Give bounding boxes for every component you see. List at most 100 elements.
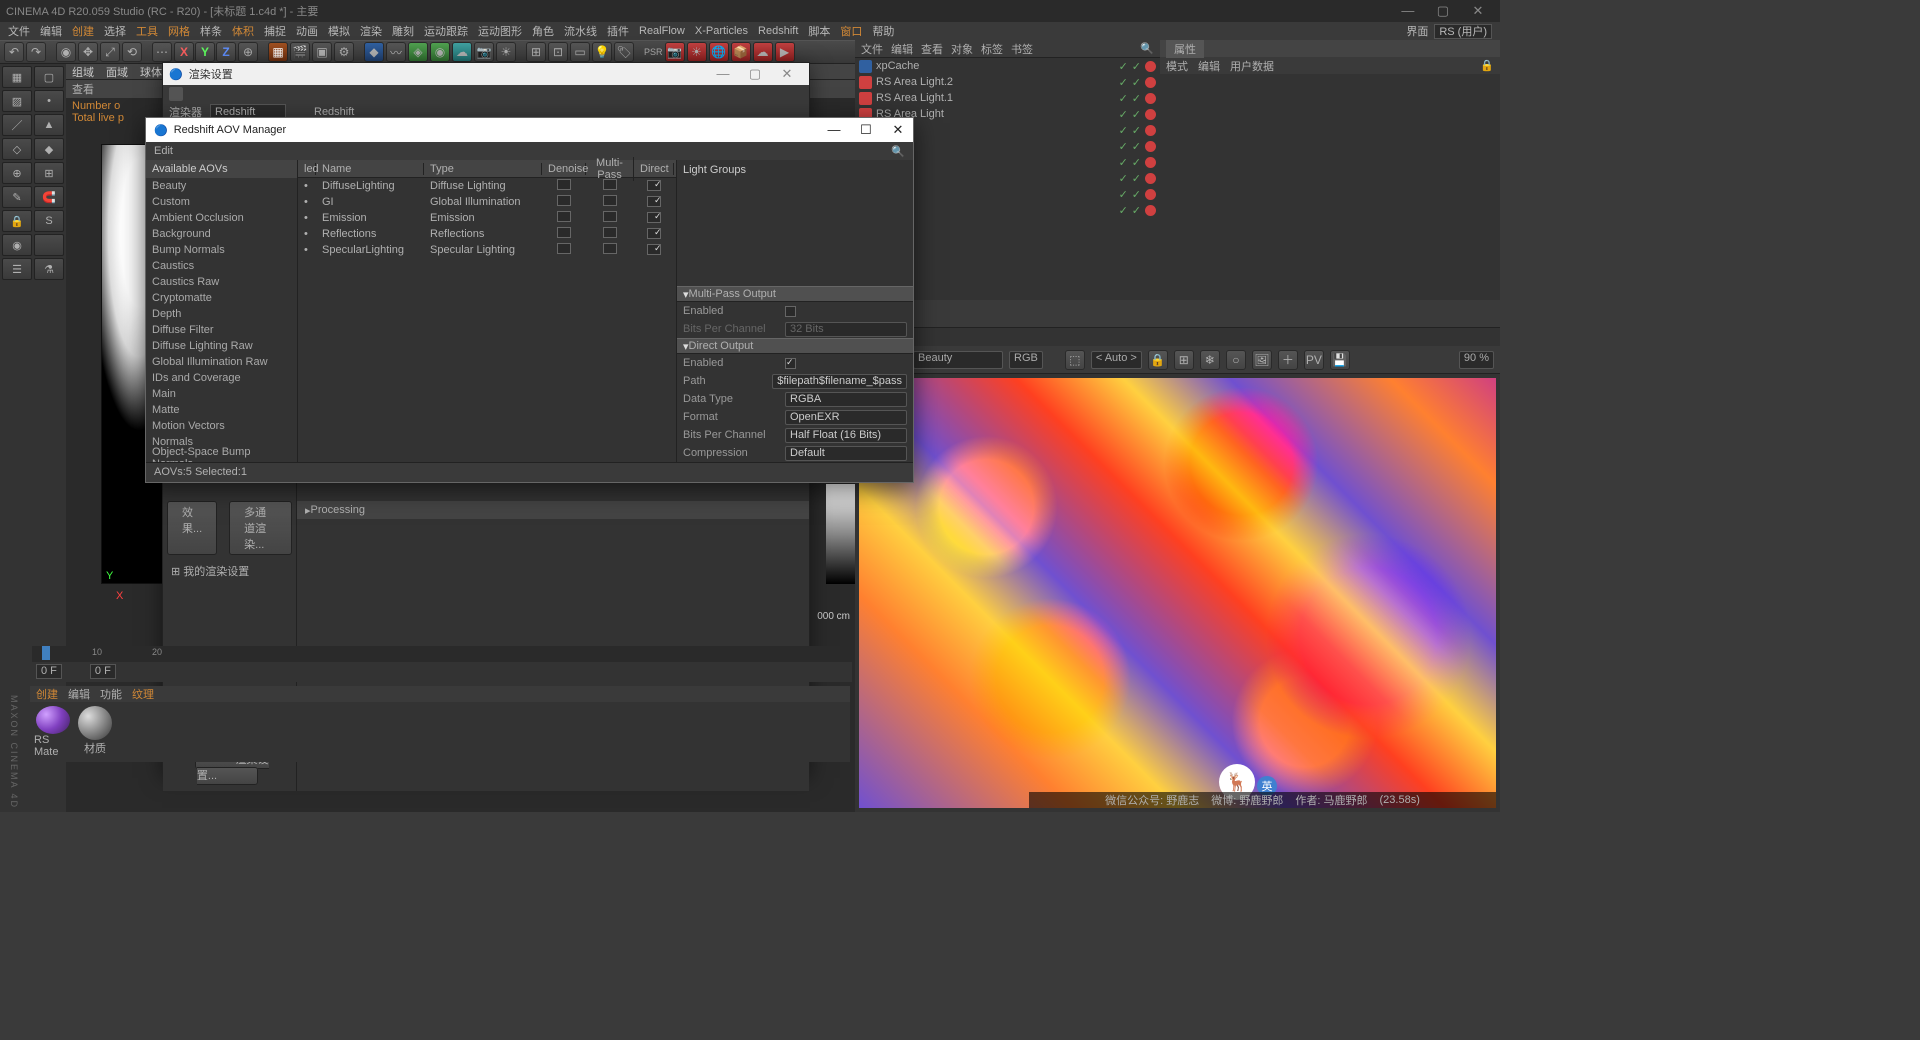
datatype-select[interactable]: RGBA (785, 392, 907, 407)
render-vis-icon[interactable]: ✓ (1132, 92, 1141, 105)
img-icon[interactable]: 🖼 (1252, 350, 1272, 370)
tag-icon[interactable] (1145, 93, 1156, 104)
menu-create[interactable]: 创建 (72, 23, 94, 39)
visibility-icon[interactable]: ✓ (1119, 92, 1128, 105)
direct-check[interactable] (647, 196, 661, 207)
lock-icon[interactable]: 🔒 (2, 210, 32, 232)
object-row[interactable]: xpCache✓✓ (855, 58, 1160, 74)
denoise-check[interactable] (557, 179, 571, 190)
menu-redshift[interactable]: Redshift (758, 25, 798, 37)
rs-proxy-icon[interactable]: 📦 (731, 42, 751, 62)
tag-icon[interactable] (1145, 61, 1156, 72)
environment-icon[interactable]: ☁ (452, 42, 472, 62)
orange-tool-icon[interactable]: ◉ (2, 234, 32, 256)
menu-mesh[interactable]: 网格 (168, 23, 190, 39)
primitive-icon[interactable]: ◆ (364, 42, 384, 62)
blank-icon[interactable] (34, 234, 64, 256)
pv-icon[interactable]: PV (1304, 350, 1324, 370)
denoise-check[interactable] (557, 195, 571, 206)
multipass-check[interactable] (603, 211, 617, 222)
attr-tab[interactable]: 属性 (1166, 40, 1204, 58)
undo-icon[interactable]: ↶ (4, 42, 24, 62)
snap-icon[interactable]: ⊡ (548, 42, 568, 62)
visibility-icon[interactable]: ✓ (1119, 172, 1128, 185)
direct-check[interactable] (647, 212, 661, 223)
available-aov-item[interactable]: Bump Normals (146, 242, 297, 258)
aov-close-icon[interactable]: ✕ (891, 122, 905, 138)
poly-mode-icon[interactable]: ▲ (34, 114, 64, 136)
light-icon[interactable]: ☀ (496, 42, 516, 62)
visibility-icon[interactable]: ✓ (1119, 140, 1128, 153)
render-vis-icon[interactable]: ✓ (1132, 108, 1141, 121)
minimize-icon[interactable]: — (1392, 3, 1424, 18)
liveselect-icon[interactable]: ◉ (56, 42, 76, 62)
denoise-check[interactable] (557, 243, 571, 254)
menu-mograph[interactable]: 运动图形 (478, 23, 522, 39)
mp-enabled-check[interactable] (785, 306, 796, 317)
filter-icon[interactable]: ⚗ (34, 258, 64, 280)
texture-mode-icon[interactable]: ▨ (2, 90, 32, 112)
aov-min-icon[interactable]: — (827, 122, 841, 138)
rs-env-icon[interactable]: 🌐 (709, 42, 729, 62)
render-vis-icon[interactable]: ✓ (1132, 204, 1141, 217)
crop-icon[interactable]: ⬚ (1065, 350, 1085, 370)
available-aov-item[interactable]: Motion Vectors (146, 418, 297, 434)
available-aov-item[interactable]: Caustics (146, 258, 297, 274)
playhead-icon[interactable] (42, 646, 50, 660)
visibility-icon[interactable]: ✓ (1119, 156, 1128, 169)
menu-file[interactable]: 文件 (8, 23, 30, 39)
model-mode-icon[interactable]: ▦ (2, 66, 32, 88)
tweak-icon[interactable]: ✎ (2, 186, 32, 208)
search-icon[interactable]: 🔍 (1140, 42, 1154, 55)
edge-mode-icon[interactable]: ／ (2, 114, 32, 136)
deformer-icon[interactable]: ◉ (430, 42, 450, 62)
visibility-icon[interactable]: ✓ (1119, 76, 1128, 89)
axis-x-icon[interactable]: X (174, 42, 194, 62)
object-row[interactable]: RS Area Light.2✓✓ (855, 74, 1160, 90)
menu-volume[interactable]: 体积 (232, 23, 254, 39)
menu-anim[interactable]: 动画 (296, 23, 318, 39)
render-vis-icon[interactable]: ✓ (1132, 140, 1141, 153)
aov-row[interactable]: •DiffuseLightingDiffuse Lighting (298, 178, 676, 194)
scale-icon[interactable]: ⤢ (100, 42, 120, 62)
aov-row[interactable]: •SpecularLightingSpecular Lighting (298, 242, 676, 258)
attr-userdata[interactable]: 用户数据 (1230, 58, 1274, 74)
auto-select[interactable]: < Auto > (1091, 351, 1142, 369)
workplane-icon[interactable]: ▭ (570, 42, 590, 62)
rgb-select[interactable]: RGB (1009, 351, 1043, 369)
available-aov-item[interactable]: Background (146, 226, 297, 242)
direct-check[interactable] (647, 244, 661, 255)
rs-vol-icon[interactable]: ☁ (753, 42, 773, 62)
render-icon[interactable]: 🎬 (290, 42, 310, 62)
available-aov-item[interactable]: Depth (146, 306, 297, 322)
material-default[interactable]: 材质 (76, 706, 114, 758)
circle-icon[interactable]: ○ (1226, 350, 1246, 370)
zoom-select[interactable]: 90 % (1459, 351, 1494, 369)
object-row[interactable]: RS Area Light.1✓✓ (855, 90, 1160, 106)
aov-search-icon[interactable]: 🔍 (891, 145, 905, 158)
menu-render[interactable]: 渲染 (360, 23, 382, 39)
objmgr-obj[interactable]: 对象 (951, 41, 973, 57)
visibility-icon[interactable]: ✓ (1119, 204, 1128, 217)
enable-dot-icon[interactable]: • (298, 212, 316, 224)
menu-pipeline[interactable]: 流水线 (564, 23, 597, 39)
visibility-icon[interactable]: ✓ (1119, 124, 1128, 137)
rs-max-icon[interactable]: ▢ (739, 66, 771, 82)
menu-char[interactable]: 角色 (532, 23, 554, 39)
available-aov-item[interactable]: Global Illumination Raw (146, 354, 297, 370)
path-input[interactable]: $filepath$filename_$pass (772, 374, 907, 389)
snow-icon[interactable]: ❄ (1200, 350, 1220, 370)
rotate-icon[interactable]: ⟲ (122, 42, 142, 62)
bulb-icon[interactable]: 💡 (592, 42, 612, 62)
objmgr-file[interactable]: 文件 (861, 41, 883, 57)
visibility-icon[interactable]: ✓ (1119, 60, 1128, 73)
tag-icon[interactable] (1145, 109, 1156, 120)
objmgr-edit[interactable]: 编辑 (891, 41, 913, 57)
available-aov-item[interactable]: Custom (146, 194, 297, 210)
menu-snap[interactable]: 捕捉 (264, 23, 286, 39)
rs-ipr-icon[interactable]: ▶ (775, 42, 795, 62)
mat-func[interactable]: 功能 (100, 686, 122, 702)
render-vis-icon[interactable]: ✓ (1132, 188, 1141, 201)
mat-texture[interactable]: 纹理 (132, 686, 154, 702)
grid-view-icon[interactable]: ⊞ (1174, 350, 1194, 370)
